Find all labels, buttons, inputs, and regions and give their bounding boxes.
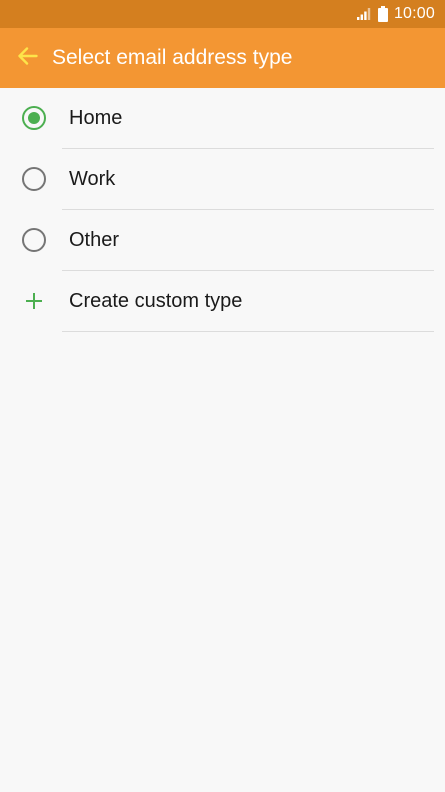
- email-type-list: Home Work Other Create custom type: [0, 88, 445, 332]
- radio-button-home[interactable]: [22, 106, 46, 130]
- create-custom-type-button[interactable]: Create custom type: [0, 271, 445, 332]
- option-label-work: Work: [69, 168, 116, 190]
- battery-icon: [377, 6, 388, 22]
- create-custom-type-label: Create custom type: [69, 290, 243, 312]
- status-time: 10:00: [393, 5, 435, 22]
- option-work[interactable]: Work: [0, 149, 445, 210]
- back-button[interactable]: [8, 38, 48, 78]
- option-other[interactable]: Other: [0, 210, 445, 271]
- app-bar: Select email address type: [0, 28, 445, 88]
- status-bar: 10:00: [0, 0, 445, 28]
- divider: [62, 331, 434, 332]
- radio-button-other[interactable]: [22, 228, 46, 252]
- option-label-home: Home: [69, 107, 123, 129]
- option-label-other: Other: [69, 229, 120, 251]
- radio-button-work[interactable]: [22, 167, 46, 191]
- arrow-back-icon: [18, 46, 38, 70]
- radio-selected-dot: [28, 112, 40, 124]
- status-icons: 10:00: [356, 0, 435, 28]
- signal-icon: [356, 7, 372, 21]
- option-home[interactable]: Home: [0, 88, 445, 149]
- plus-icon: [24, 291, 44, 311]
- page-title: Select email address type: [52, 46, 293, 69]
